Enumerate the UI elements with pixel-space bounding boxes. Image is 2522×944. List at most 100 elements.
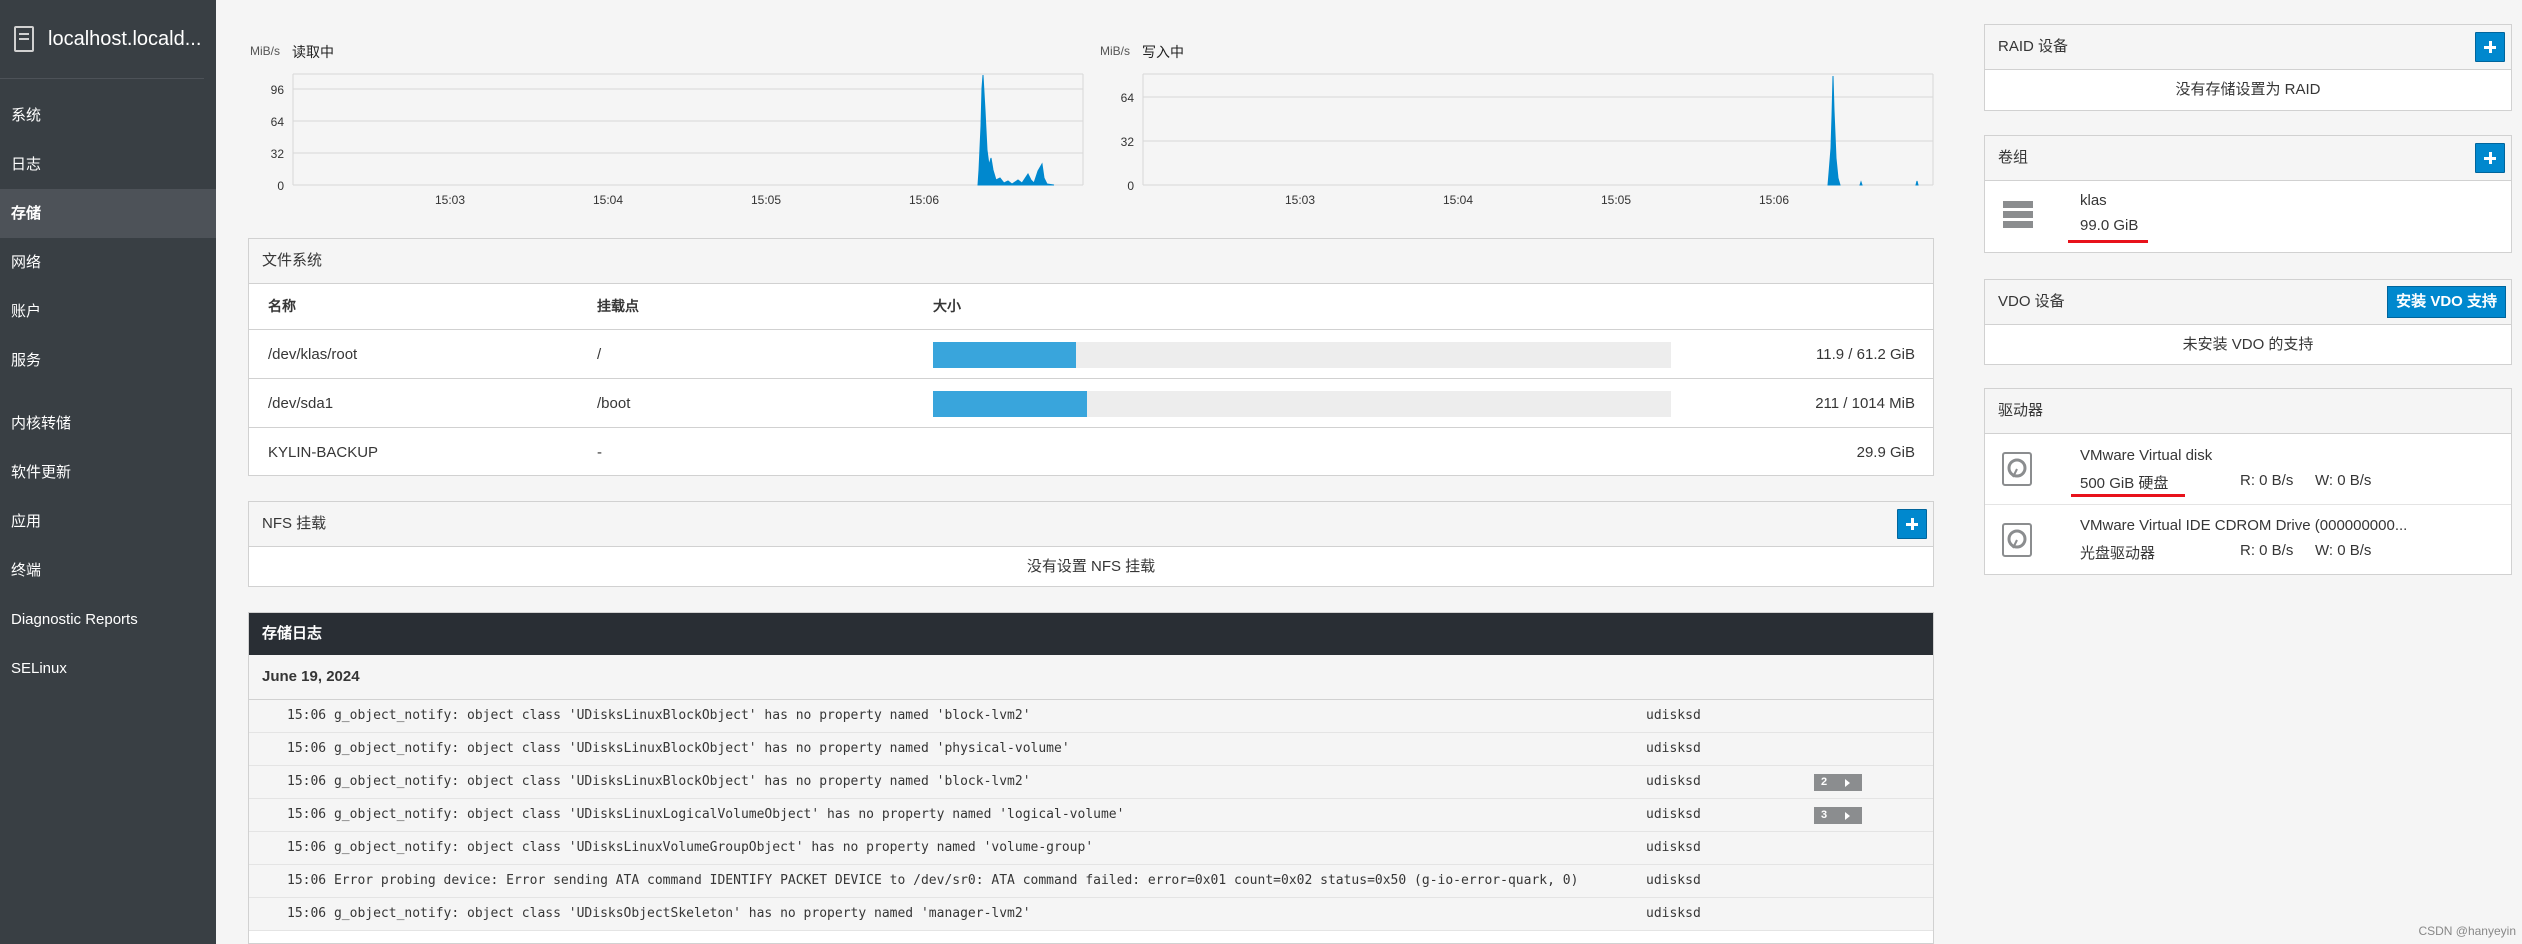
log-entry[interactable]: 15:06 g_object_notify: object class 'UDi…: [249, 700, 1933, 733]
drive-item[interactable]: VMware Virtual IDE CDROM Drive (00000000…: [1985, 505, 2511, 575]
log-message: 15:06 g_object_notify: object class 'UDi…: [287, 741, 1070, 756]
table-row[interactable]: KYLIN-BACKUP - 29.9 GiB: [249, 427, 1933, 477]
nav-item-storage[interactable]: 存储: [0, 189, 216, 238]
write-y-tick: 64: [1121, 91, 1135, 105]
write-graph-series: [1827, 75, 1919, 186]
storage-logs-panel: 存储日志 June 19, 2024 15:06 g_object_notify…: [248, 612, 1934, 944]
server-icon: [14, 26, 34, 52]
optical-drive-icon: [2002, 523, 2032, 557]
log-service: udisksd: [1646, 774, 1701, 789]
log-entry[interactable]: 15:06 Error probing device: Error sendin…: [249, 865, 1933, 898]
write-graph-plot: 64 32 0 15:03 15:04 15:05 15:06: [1121, 73, 1934, 207]
vdo-header: VDO 设备 安装 VDO 支持: [1985, 280, 2511, 325]
log-message: 15:06 g_object_notify: object class 'UDi…: [287, 906, 1031, 921]
add-vg-button[interactable]: [2475, 143, 2505, 173]
log-message: 15:06 Error probing device: Error sendin…: [287, 873, 1579, 888]
filesystems-title: 文件系统: [249, 239, 1933, 284]
nav-item-diagnostic-reports[interactable]: Diagnostic Reports: [0, 595, 216, 644]
drive-write-rate: W: 0 B/s: [2315, 542, 2372, 559]
log-service: udisksd: [1646, 840, 1701, 855]
log-message: 15:06 g_object_notify: object class 'UDi…: [287, 807, 1125, 822]
raid-header: RAID 设备: [1985, 25, 2511, 70]
logs-title: 存储日志: [249, 613, 1933, 655]
read-y-tick: 0: [277, 179, 284, 193]
drive-item[interactable]: VMware Virtual disk 500 GiB 硬盘 R: 0 B/s …: [1985, 433, 2511, 505]
vg-item[interactable]: klas 99.0 GiB: [1985, 180, 2511, 252]
column-name: 名称: [268, 298, 296, 314]
write-x-tick: 15:06: [1759, 193, 1789, 207]
nav-item-network[interactable]: 网络: [0, 238, 216, 287]
drive-type: 500 GiB 硬盘: [2080, 475, 2169, 492]
drives-title: 驱动器: [1985, 389, 2511, 434]
read-x-tick: 15:03: [435, 193, 465, 207]
drive-read-rate: R: 0 B/s: [2240, 542, 2294, 559]
read-graph-series: [977, 74, 1055, 186]
install-vdo-button[interactable]: 安装 VDO 支持: [2387, 286, 2506, 318]
read-x-tick: 15:04: [593, 193, 623, 207]
vdo-title: VDO 设备: [1998, 293, 2065, 310]
column-mount: 挂载点: [597, 298, 639, 314]
log-entry[interactable]: 15:06 g_object_notify: object class 'UDi…: [249, 733, 1933, 766]
raid-empty-message: 没有存储设置为 RAID: [2175, 81, 2321, 98]
usage-bar: [933, 342, 1671, 368]
fs-size: 29.9 GiB: [1856, 444, 1915, 461]
log-service: udisksd: [1646, 873, 1701, 888]
nav-item-services[interactable]: 服务: [0, 336, 216, 385]
log-service: udisksd: [1646, 741, 1701, 756]
read-graph: MiB/s 读取中 96 64 32 0 15:03 15:04 15:05 1…: [248, 30, 1086, 210]
table-row[interactable]: /dev/klas/root / 11.9 / 61.2 GiB: [249, 329, 1933, 379]
nav-item-system[interactable]: 系统: [0, 91, 216, 140]
write-y-tick: 32: [1121, 135, 1135, 149]
log-entry[interactable]: 15:06 g_object_notify: object class 'UDi…: [249, 766, 1933, 799]
drive-name: VMware Virtual IDE CDROM Drive (00000000…: [2080, 517, 2408, 534]
raid-title: RAID 设备: [1998, 38, 2069, 55]
fs-mount: /: [597, 346, 602, 363]
fs-size: 211 / 1014 MiB: [1815, 395, 1915, 412]
add-nfs-button[interactable]: [1897, 509, 1927, 539]
logs-date-header: June 19, 2024: [249, 655, 1933, 700]
log-service: udisksd: [1646, 708, 1701, 723]
fs-mount: /boot: [597, 395, 631, 412]
vg-header: 卷组: [1985, 136, 2511, 181]
host-switcher[interactable]: localhost.locald...: [0, 0, 204, 79]
fs-name: /dev/sda1: [268, 395, 334, 412]
nav-item-software-updates[interactable]: 软件更新: [0, 448, 216, 497]
log-entry[interactable]: 15:06 g_object_notify: object class 'UDi…: [249, 832, 1933, 865]
nfs-empty-message: 没有设置 NFS 挂载: [1026, 558, 1156, 575]
hard-disk-icon: [2002, 452, 2032, 486]
log-message: 15:06 g_object_notify: object class 'UDi…: [287, 708, 1031, 723]
nav-item-terminal[interactable]: 终端: [0, 546, 216, 595]
annotation-underline: [2071, 494, 2185, 497]
raid-panel: RAID 设备 没有存储设置为 RAID: [1984, 24, 2512, 111]
nav-item-accounts[interactable]: 账户: [0, 287, 216, 336]
read-y-tick: 32: [271, 147, 285, 161]
log-count-badge[interactable]: 3: [1814, 807, 1862, 824]
nav-item-applications[interactable]: 应用: [0, 497, 216, 546]
vg-title: 卷组: [1998, 149, 2029, 166]
vdo-panel: VDO 设备 安装 VDO 支持 未安装 VDO 的支持: [1984, 279, 2512, 365]
log-entry[interactable]: 15:06 g_object_notify: object class 'UDi…: [249, 898, 1933, 931]
nav-item-selinux[interactable]: SELinux: [0, 644, 216, 693]
vg-name: klas: [2080, 192, 2107, 209]
nav-item-logs[interactable]: 日志: [0, 140, 216, 189]
read-y-tick: 96: [271, 83, 285, 97]
table-row[interactable]: /dev/sda1 /boot 211 / 1014 MiB: [249, 378, 1933, 428]
vg-size: 99.0 GiB: [2080, 217, 2139, 234]
log-count-badge[interactable]: 2: [1814, 774, 1862, 791]
drive-type: 光盘驱动器: [2080, 545, 2156, 562]
drive-write-rate: W: 0 B/s: [2315, 472, 2372, 489]
usage-bar: [933, 391, 1671, 417]
add-raid-button[interactable]: [2475, 32, 2505, 62]
log-service: udisksd: [1646, 807, 1701, 822]
fs-mount: -: [597, 444, 602, 461]
fs-name: /dev/klas/root: [268, 346, 358, 363]
drive-read-rate: R: 0 B/s: [2240, 472, 2294, 489]
write-x-tick: 15:03: [1285, 193, 1315, 207]
read-x-tick: 15:05: [751, 193, 781, 207]
log-entry[interactable]: 15:06 g_object_notify: object class 'UDi…: [249, 799, 1933, 832]
fs-name: KYLIN-BACKUP: [268, 444, 379, 461]
volume-groups-panel: 卷组 klas 99.0 GiB: [1984, 135, 2512, 253]
nfs-header: NFS 挂载: [249, 502, 1933, 547]
nav-item-kdump[interactable]: 内核转储: [0, 399, 216, 448]
nfs-panel: NFS 挂载 没有设置 NFS 挂载: [248, 501, 1934, 587]
